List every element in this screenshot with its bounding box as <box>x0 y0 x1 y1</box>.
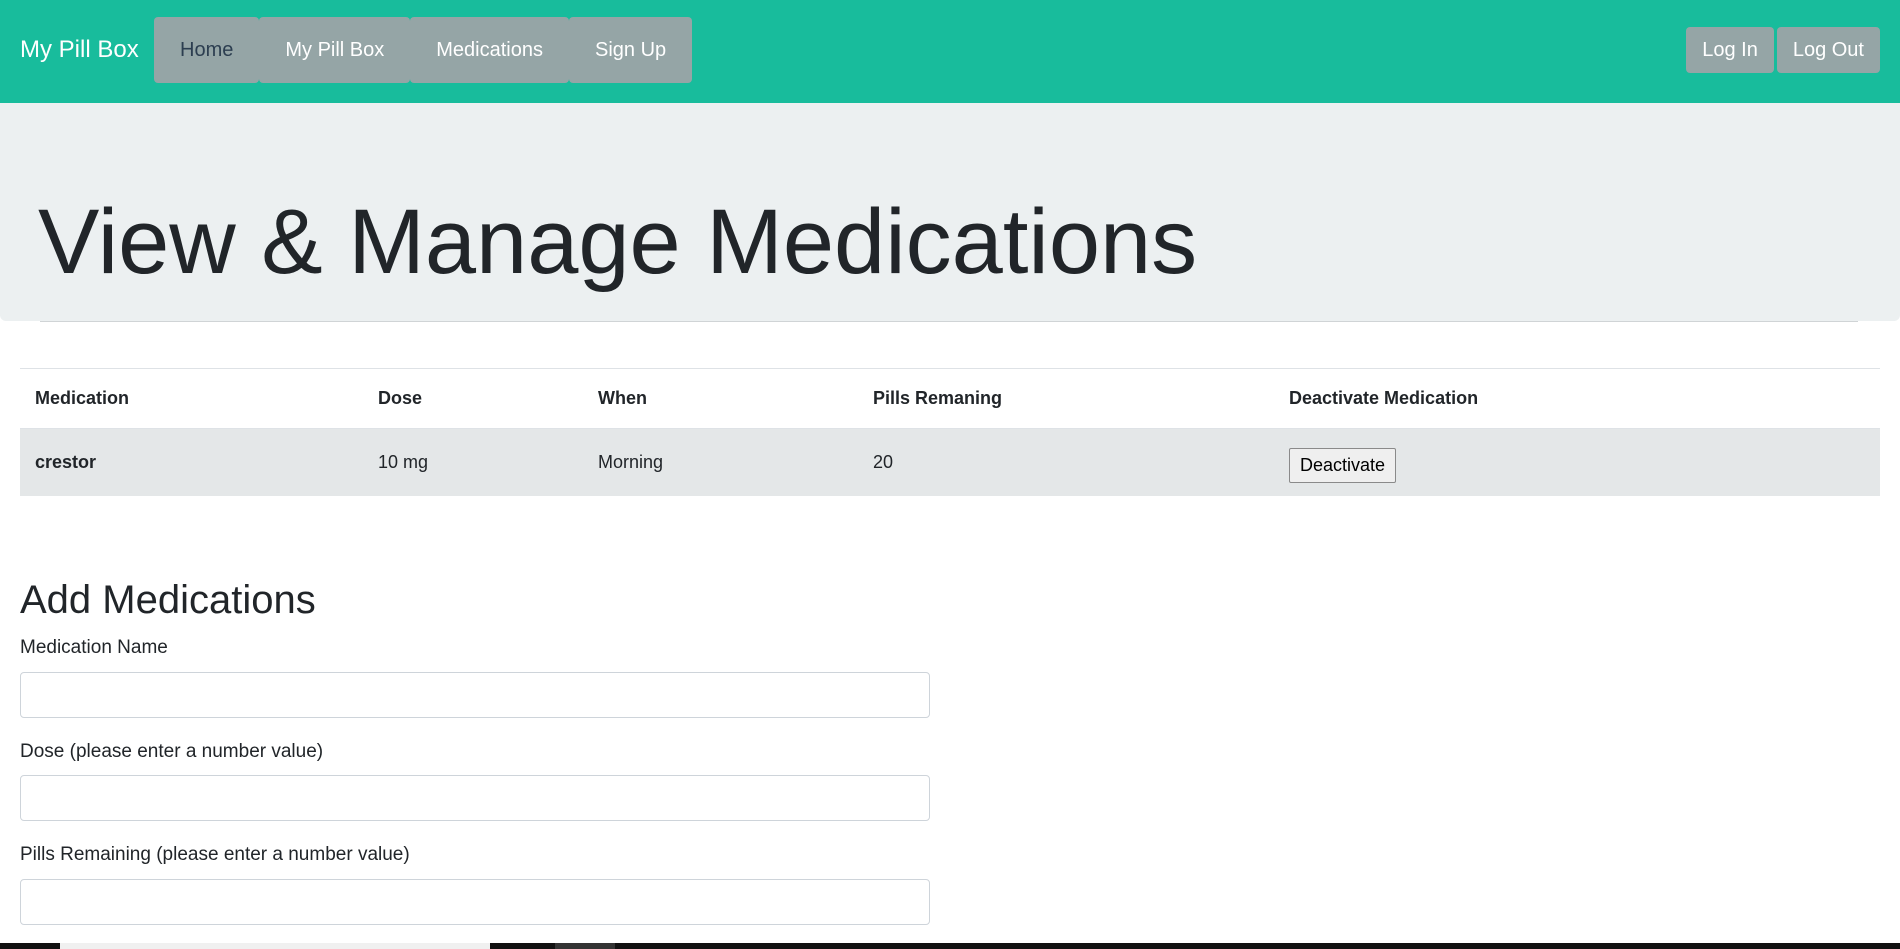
table-row: crestor 10 mg Morning 20 Deactivate <box>20 428 1880 496</box>
nav-auth-buttons: Log In Log Out <box>1686 27 1880 73</box>
nav-tab-home[interactable]: Home <box>154 17 260 83</box>
scrollbar-segment <box>555 943 615 949</box>
scrollbar-thumb[interactable] <box>60 943 490 949</box>
cell-dose: 10 mg <box>363 428 583 496</box>
cell-when: Morning <box>583 428 858 496</box>
dose-input[interactable] <box>20 775 930 821</box>
nav-tab-medications[interactable]: Medications <box>410 17 569 83</box>
column-header-pills-remaining: Pills Remaning <box>858 368 1274 429</box>
nav-tabs: Home My Pill Box Medications Sign Up <box>154 17 693 83</box>
nav-tab-my-pill-box[interactable]: My Pill Box <box>259 17 411 83</box>
jumbotron: View & Manage Medications <box>0 103 1900 322</box>
brand-link[interactable]: My Pill Box <box>20 34 139 66</box>
cell-medication: crestor <box>20 428 363 496</box>
column-header-dose: Dose <box>363 368 583 429</box>
logout-button[interactable]: Log Out <box>1776 27 1880 73</box>
bottom-scrollbar <box>0 943 1900 949</box>
cell-pills-remaining: 20 <box>858 428 1274 496</box>
medication-name-input[interactable] <box>20 672 930 718</box>
login-button[interactable]: Log In <box>1686 27 1774 73</box>
page-title: View & Manage Medications <box>38 191 1198 293</box>
deactivate-button[interactable]: Deactivate <box>1289 447 1397 483</box>
medication-name-label: Medication Name <box>20 637 168 658</box>
table-header-row: Medication Dose When Pills Remaning Deac… <box>20 368 1880 429</box>
column-header-medication: Medication <box>20 368 363 429</box>
divider <box>40 321 1858 322</box>
top-navbar: My Pill Box Home My Pill Box Medications… <box>0 0 1900 103</box>
dose-label: Dose (please enter a number value) <box>20 741 324 762</box>
cell-deactivate: Deactivate <box>1274 428 1880 496</box>
column-header-deactivate: Deactivate Medication <box>1274 368 1880 429</box>
medications-table: Medication Dose When Pills Remaning Deac… <box>20 368 1880 496</box>
column-header-when: When <box>583 368 858 429</box>
pills-remaining-label: Pills Remaining (please enter a number v… <box>20 844 410 865</box>
nav-tab-sign-up[interactable]: Sign Up <box>568 17 693 83</box>
add-medications-heading: Add Medications <box>20 578 316 622</box>
pills-remaining-input[interactable] <box>20 879 930 925</box>
